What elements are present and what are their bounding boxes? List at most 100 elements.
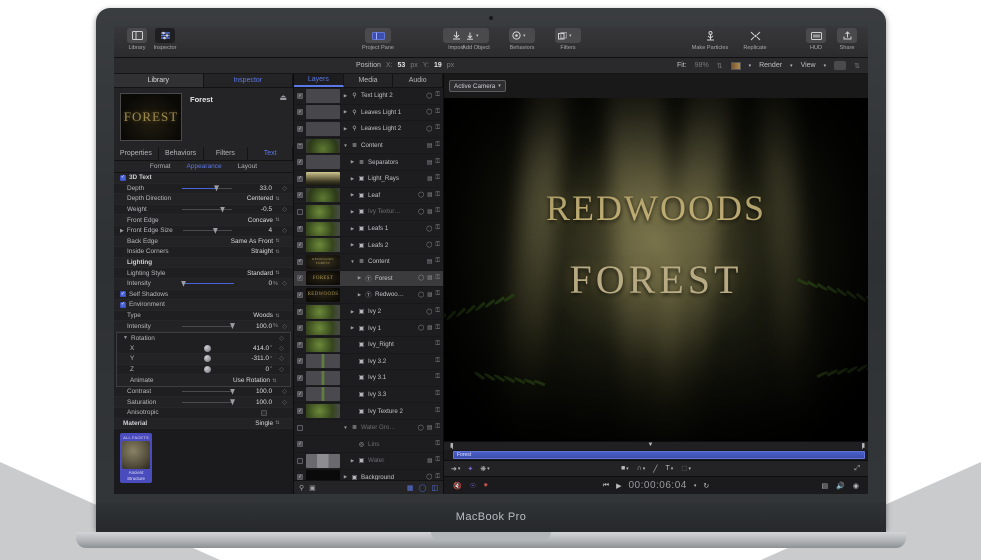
make-particles-button[interactable]: Make Particles xyxy=(690,28,730,51)
view-menu[interactable]: View xyxy=(801,62,816,69)
disclosure-triangle-icon[interactable]: ▶ xyxy=(350,159,355,165)
layer-lock-icon[interactable]: ⚿ xyxy=(435,424,440,431)
layer-filters-icon[interactable]: ▨ xyxy=(427,176,432,182)
layer-row[interactable]: ✓▶▣Ivy 1◯▨⚿ xyxy=(294,320,443,337)
layer-row[interactable]: ✓▣Ivy Texture 2⚿ xyxy=(294,403,443,420)
keyframe-icon[interactable]: ◇ xyxy=(277,335,286,342)
y-value[interactable]: 19 xyxy=(434,62,442,69)
tab-media[interactable]: Media xyxy=(344,74,394,87)
row-env-type[interactable]: Type Woods ⇅ xyxy=(114,311,293,322)
keyframe-icon[interactable]: ◇ xyxy=(280,185,289,192)
layer-lock-icon[interactable]: ⚿ xyxy=(435,109,440,116)
lighting-intensity-slider[interactable] xyxy=(176,279,238,289)
layer-lock-icon[interactable]: ⚿ xyxy=(435,291,440,298)
row-contrast[interactable]: Contrast 100.0 ◇ xyxy=(114,387,293,398)
tab-audio[interactable]: Audio xyxy=(393,74,443,87)
playhead-icon[interactable]: ▼ xyxy=(648,442,654,448)
layer-visibility-checkbox[interactable]: ✓ xyxy=(297,176,303,182)
rotation-dial-icon[interactable] xyxy=(204,366,211,373)
playhead-start-icon[interactable]: ▮ xyxy=(450,442,453,449)
timeline-clip[interactable]: Forest xyxy=(453,451,865,459)
adjust-item-tool-icon[interactable]: ❋▾ xyxy=(480,465,489,473)
disclosure-triangle-icon[interactable]: ▼ xyxy=(123,335,128,341)
layer-behaviors-icon[interactable]: ◯ xyxy=(426,309,432,315)
row-environment[interactable]: ✓ Environment xyxy=(114,300,293,311)
keyframe-icon[interactable]: ◇ xyxy=(277,366,286,373)
layer-filters-icon[interactable]: ▨ xyxy=(427,275,432,281)
chevron-down-icon[interactable]: ▾ xyxy=(694,483,697,489)
rotation-x-value[interactable]: 414.0 xyxy=(235,345,269,352)
layer-row[interactable]: ✓▶▣Leaf◯▨⚿ xyxy=(294,188,443,205)
x-value[interactable]: 53 xyxy=(398,62,406,69)
depth-direction-popup[interactable]: Centered ⇅ xyxy=(247,195,280,202)
layer-row[interactable]: ✓▶⚲Leaves Light 2◯⚿ xyxy=(294,121,443,138)
layer-lock-icon[interactable]: ⚿ xyxy=(435,175,440,182)
behaviors-toggle-icon[interactable]: ☉ xyxy=(470,482,476,490)
project-pane-button[interactable]: Project Pane xyxy=(358,28,398,51)
layer-lock-icon[interactable]: ⚿ xyxy=(435,159,440,166)
row-back-edge[interactable]: Back Edge Same As Front ⇅ xyxy=(114,237,293,248)
env-intensity-value[interactable]: 100.0 xyxy=(238,323,272,330)
disclosure-triangle-icon[interactable]: ▼ xyxy=(343,425,348,430)
layer-visibility-checkbox[interactable]: ✓ xyxy=(297,226,303,232)
layer-lock-icon[interactable]: ⚿ xyxy=(435,308,440,315)
layer-behaviors-icon[interactable]: ◯ xyxy=(426,226,432,232)
replicate-button[interactable]: Replicate xyxy=(735,28,775,51)
layer-visibility-checkbox[interactable] xyxy=(297,425,303,431)
channels-swatch-icon[interactable] xyxy=(731,62,741,70)
row-depth-direction[interactable]: Depth Direction Centered ⇅ xyxy=(114,194,293,205)
disclosure-triangle-icon[interactable]: ▶ xyxy=(357,275,362,281)
share-button[interactable]: Share xyxy=(834,28,860,51)
keyframe-icon[interactable]: ◇ xyxy=(280,280,289,287)
layer-lock-icon[interactable]: ⚿ xyxy=(435,374,440,381)
layer-row[interactable]: ✓▣Ivy 3.2⚿ xyxy=(294,354,443,371)
shape-tool-icon[interactable]: ■▾ xyxy=(621,465,629,472)
disclosure-triangle-icon[interactable]: ▶ xyxy=(350,176,355,182)
layer-visibility-checkbox[interactable]: ✓ xyxy=(297,126,303,132)
layer-lock-icon[interactable]: ⚿ xyxy=(435,457,440,464)
front-edge-size-slider[interactable] xyxy=(177,226,238,236)
subtab-appearance[interactable]: Appearance xyxy=(187,163,222,170)
3d-text-checkbox[interactable]: ✓ xyxy=(120,175,126,181)
behaviors-icon[interactable]: ◯ xyxy=(419,484,427,492)
inspector-button[interactable]: Inspector xyxy=(152,28,178,51)
lighting-style-popup[interactable]: Standard ⇅ xyxy=(247,270,280,277)
weight-slider[interactable] xyxy=(176,205,238,215)
layer-row[interactable]: ▶▣Ivy Textur…◯▨⚿ xyxy=(294,204,443,221)
timeline-ruler[interactable]: ▮ ▼ ▮ xyxy=(444,441,868,450)
layer-visibility-checkbox[interactable]: ✓ xyxy=(297,159,303,165)
layer-row[interactable]: ✓▣Ivy 3.1⚿ xyxy=(294,370,443,387)
layer-row[interactable]: ✓REDWOODS FOREST▼≣Content▤⚿ xyxy=(294,254,443,271)
layer-lock-icon[interactable]: ⚿ xyxy=(435,92,440,99)
audio-icon[interactable]: ◉ xyxy=(853,482,859,490)
new-group-icon[interactable]: ▣ xyxy=(309,484,316,492)
layer-behaviors-icon[interactable]: ◯ xyxy=(418,325,424,331)
record-icon[interactable]: ⏺ xyxy=(484,482,488,490)
depth-slider[interactable] xyxy=(176,183,238,193)
fit-value[interactable]: 98% xyxy=(695,62,709,69)
rotation-z-value[interactable]: 0 xyxy=(235,366,269,373)
layer-visibility-checkbox[interactable]: ✓ xyxy=(297,109,303,115)
row-weight[interactable]: Weight -0.5 ◇ xyxy=(114,205,293,216)
layer-visibility-checkbox[interactable]: ✓ xyxy=(297,375,303,381)
layer-visibility-checkbox[interactable] xyxy=(297,209,303,215)
layer-row[interactable]: ✓▶▣Leafs 2◯⚿ xyxy=(294,237,443,254)
disclosure-triangle-icon[interactable]: ▶ xyxy=(120,228,124,234)
layer-blend-icon[interactable]: ▤ xyxy=(427,159,433,166)
layer-lock-icon[interactable]: ⚿ xyxy=(435,441,440,448)
row-inside-corners[interactable]: Inside Corners Straight ⇅ xyxy=(114,247,293,258)
row-saturation[interactable]: Saturation 100.0 ◇ xyxy=(114,397,293,408)
layer-row[interactable]: ✓▣Ivy_Right⚿ xyxy=(294,337,443,354)
inside-corners-popup[interactable]: Straight ⇅ xyxy=(251,248,280,255)
layer-lock-icon[interactable]: ⚿ xyxy=(435,225,440,232)
row-depth[interactable]: Depth 33.0 ◇ xyxy=(114,184,293,195)
layer-row[interactable]: ▼≣Water Gro…◯▤⚿ xyxy=(294,420,443,437)
layer-visibility-checkbox[interactable]: ✓ xyxy=(297,93,303,99)
layer-row[interactable]: ✓▶≣Separators▤⚿ xyxy=(294,154,443,171)
layer-visibility-checkbox[interactable] xyxy=(297,458,303,464)
layer-row[interactable]: ✓REDWOODS▶ⓉRedwoo…◯▨⚿ xyxy=(294,287,443,304)
layer-filters-icon[interactable]: ▨ xyxy=(427,292,432,298)
layer-lock-icon[interactable]: ⚿ xyxy=(435,358,440,365)
front-edge-popup[interactable]: Concave ⇅ xyxy=(248,217,280,224)
layer-behaviors-icon[interactable]: ◯ xyxy=(418,292,424,298)
